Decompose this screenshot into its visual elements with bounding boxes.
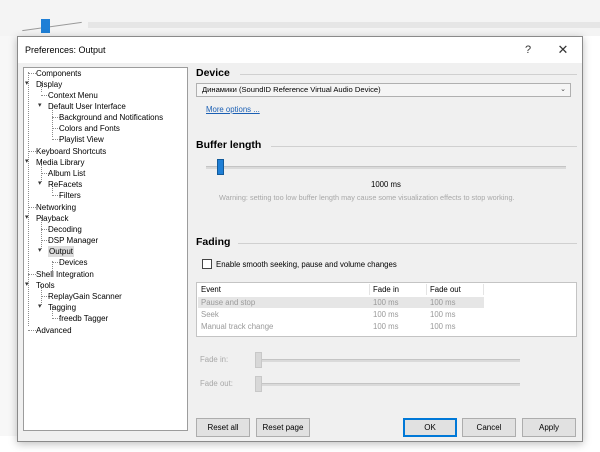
collapse-icon[interactable]: ▾ — [25, 213, 29, 221]
table-cell-fade-out[interactable]: 100 ms — [430, 310, 456, 319]
fading-section-title: Fading — [196, 236, 231, 248]
collapse-icon[interactable]: ▾ — [25, 79, 29, 87]
fade-in-slider-track[interactable] — [258, 359, 520, 362]
tree-item-playlist-view[interactable]: Playlist View — [59, 134, 104, 145]
buffer-value: 1000 ms — [371, 180, 401, 189]
table-cell-event[interactable]: Pause and stop — [201, 298, 255, 307]
tree-item-decoding[interactable]: Decoding — [48, 224, 82, 235]
smooth-fading-checkbox[interactable] — [202, 259, 212, 269]
buffer-slider-track[interactable] — [206, 166, 566, 169]
close-button[interactable]: ✕ — [551, 40, 575, 60]
column-separator — [369, 284, 370, 295]
tree-item-default-user-interface[interactable]: Default User Interface — [48, 101, 126, 112]
collapse-icon[interactable]: ▾ — [38, 179, 42, 187]
background-app-panel — [0, 36, 18, 436]
reset-page-button[interactable]: Reset page — [256, 418, 310, 437]
tree-connector — [28, 73, 36, 74]
tree-item-tagging[interactable]: Tagging — [48, 302, 76, 313]
fade-table[interactable]: Event Fade in Fade out Pause and stop 10… — [196, 282, 577, 337]
table-cell-fade-in[interactable]: 100 ms — [373, 298, 399, 307]
tree-item-keyboard-shortcuts[interactable]: Keyboard Shortcuts — [36, 146, 106, 157]
column-separator — [426, 284, 427, 295]
tree-item-shell-integration[interactable]: Shell Integration — [36, 269, 94, 280]
dialog-titlebar: Preferences: Output ? ✕ — [18, 37, 582, 63]
tree-item-colors-and-fonts[interactable]: Colors and Fonts — [59, 123, 120, 134]
tree-item-advanced[interactable]: Advanced — [36, 325, 72, 336]
apply-button[interactable]: Apply — [522, 418, 576, 437]
tree-item-components[interactable]: Components — [36, 68, 81, 79]
smooth-fading-label[interactable]: Enable smooth seeking, pause and volume … — [216, 260, 397, 269]
buffer-slider-thumb[interactable] — [216, 159, 224, 175]
dialog-title: Preferences: Output — [25, 45, 106, 55]
tree-item-replaygain-scanner[interactable]: ReplayGain Scanner — [48, 291, 122, 302]
table-cell-event[interactable]: Manual track change — [201, 322, 273, 331]
collapse-icon[interactable]: ▾ — [25, 280, 29, 288]
table-cell-fade-out[interactable]: 100 ms — [430, 298, 456, 307]
tree-item-media-library[interactable]: Media Library — [36, 157, 84, 168]
preferences-tree[interactable]: Components ▾ Display Context Menu ▾ Defa… — [23, 67, 188, 431]
background-app-toolbar — [0, 0, 600, 36]
buffer-separator — [271, 146, 577, 147]
more-options-link[interactable]: More options ... — [206, 105, 260, 114]
collapse-icon[interactable]: ▾ — [38, 246, 42, 254]
table-cell-fade-out[interactable]: 100 ms — [430, 322, 456, 331]
tree-connector — [28, 330, 36, 331]
table-cell-fade-in[interactable]: 100 ms — [373, 310, 399, 319]
device-separator — [240, 74, 577, 75]
tree-item-output[interactable]: Output — [48, 246, 75, 257]
background-seekbar-thumb — [41, 19, 50, 33]
help-button[interactable]: ? — [516, 40, 540, 60]
ok-button[interactable]: OK — [403, 418, 457, 437]
tree-item-devices[interactable]: Devices — [59, 257, 87, 268]
chevron-down-icon: ⌄ — [560, 86, 566, 93]
tree-item-playback[interactable]: Playback — [36, 213, 68, 224]
reset-all-button[interactable]: Reset all — [196, 418, 250, 437]
fading-separator — [238, 243, 577, 244]
device-section-title: Device — [196, 67, 230, 79]
tree-item-album-list[interactable]: Album List — [48, 168, 85, 179]
collapse-icon[interactable]: ▾ — [38, 302, 42, 310]
help-icon: ? — [524, 44, 532, 56]
tree-item-background-and-notifications[interactable]: Background and Notifications — [59, 112, 163, 123]
tree-connector — [28, 151, 36, 152]
table-cell-event[interactable]: Seek — [201, 310, 219, 319]
column-header-fade-in[interactable]: Fade in — [373, 285, 399, 294]
column-separator — [483, 284, 484, 295]
background-app-bar — [88, 22, 600, 28]
tree-item-dsp-manager[interactable]: DSP Manager — [48, 235, 98, 246]
buffer-warning: Warning: setting too low buffer length m… — [219, 193, 515, 202]
tree-item-refacets[interactable]: ReFacets — [48, 179, 82, 190]
collapse-icon[interactable]: ▾ — [25, 157, 29, 165]
fade-out-slider-track[interactable] — [258, 383, 520, 386]
tree-item-networking[interactable]: Networking — [36, 202, 76, 213]
tree-item-tools[interactable]: Tools — [36, 280, 55, 291]
device-dropdown[interactable]: Динамики (SoundID Reference Virtual Audi… — [196, 83, 571, 97]
close-icon: ✕ — [557, 42, 569, 57]
buffer-section-title: Buffer length — [196, 139, 262, 151]
column-header-event[interactable]: Event — [201, 285, 221, 294]
collapse-icon[interactable]: ▾ — [38, 101, 42, 109]
table-cell-fade-in[interactable]: 100 ms — [373, 322, 399, 331]
device-dropdown-value: Динамики (SoundID Reference Virtual Audi… — [202, 85, 381, 94]
fade-in-slider-thumb[interactable] — [255, 352, 262, 368]
tree-item-display[interactable]: Display — [36, 79, 62, 90]
column-header-fade-out[interactable]: Fade out — [430, 285, 461, 294]
tree-connector — [28, 274, 36, 275]
fade-out-slider-thumb[interactable] — [255, 376, 262, 392]
tree-item-context-menu[interactable]: Context Menu — [48, 90, 98, 101]
tree-connector — [28, 207, 36, 208]
cancel-button[interactable]: Cancel — [462, 418, 516, 437]
preferences-dialog: Preferences: Output ? ✕ Components ▾ Dis… — [17, 36, 583, 442]
fade-out-label: Fade out: — [200, 379, 233, 388]
tree-item-freedb-tagger[interactable]: freedb Tagger — [59, 313, 108, 324]
tree-item-filters[interactable]: Filters — [59, 190, 81, 201]
fade-in-label: Fade in: — [200, 355, 229, 364]
